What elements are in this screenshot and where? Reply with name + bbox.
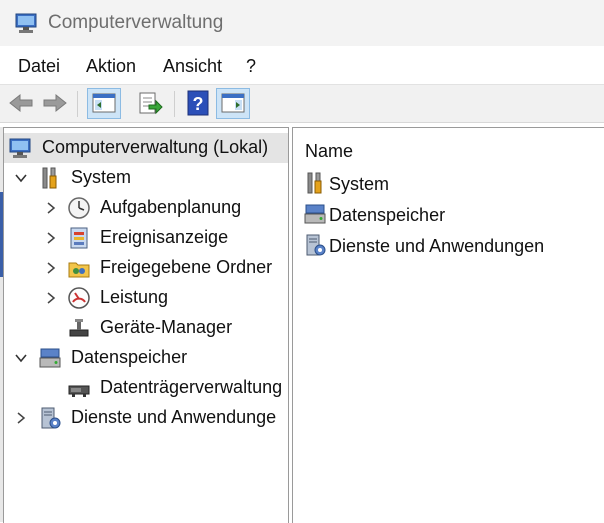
forward-button[interactable]	[40, 88, 70, 118]
show-hide-action-pane-button[interactable]	[216, 88, 250, 119]
event-viewer-icon	[67, 226, 91, 250]
list-item-label: System	[329, 174, 390, 194]
tree-item-freigegebene-ordner[interactable]: Freigegebene Ordner	[4, 253, 288, 283]
chevron-right-icon[interactable]	[44, 261, 58, 275]
tree-item-label: Datenträgerverwaltung	[100, 377, 283, 397]
chevron-down-icon[interactable]	[14, 171, 28, 185]
title-bar: Computerverwaltung	[0, 0, 604, 46]
tree-item-system[interactable]: System	[4, 163, 288, 193]
arrow-right-icon	[43, 93, 67, 113]
tree-item-dienste-und-anwendungen[interactable]: Dienste und Anwendunge	[4, 403, 288, 433]
tree-item-geraete-manager[interactable]: Geräte-Manager	[4, 313, 288, 343]
help-button[interactable]: ?	[183, 88, 213, 118]
list-item-dienste-und-anwendungen[interactable]: Dienste und Anwendungen	[303, 233, 603, 261]
tree-item-aufgabenplanung[interactable]: Aufgabenplanung	[4, 193, 288, 223]
menu-help[interactable]: ?	[246, 56, 256, 77]
chevron-right-icon[interactable]	[44, 201, 58, 215]
performance-gauge-icon	[67, 286, 91, 310]
list-item-system[interactable]: System	[303, 171, 603, 199]
tree-item-label: Dienste und Anwendunge	[71, 407, 277, 427]
tree-item-label: Ereignisanzeige	[100, 227, 229, 247]
toolbar: ?	[0, 85, 604, 123]
services-icon	[303, 233, 327, 257]
tree-item-label: Freigegebene Ordner	[100, 257, 273, 277]
toolbar-separator	[174, 91, 175, 117]
help-icon: ?	[187, 90, 209, 116]
show-hide-tree-button[interactable]	[87, 88, 121, 119]
tools-icon	[38, 166, 62, 190]
svg-text:?: ?	[193, 94, 204, 114]
chevron-right-icon[interactable]	[14, 411, 28, 425]
menu-datei[interactable]: Datei	[18, 56, 60, 77]
menu-bar: Datei Aktion Ansicht ?	[0, 46, 604, 85]
tree-item-root[interactable]: Computerverwaltung (Lokal)	[4, 133, 288, 163]
services-icon	[38, 406, 62, 430]
shared-folders-icon	[67, 256, 91, 280]
device-manager-icon	[67, 316, 91, 340]
tree-item-label: Leistung	[100, 287, 169, 307]
tree-item-label: Aufgabenplanung	[100, 197, 242, 217]
tree-item-label: Computerverwaltung (Lokal)	[42, 137, 269, 157]
export-list-icon	[139, 92, 163, 115]
toolbar-separator	[77, 91, 78, 117]
window-title: Computerverwaltung	[48, 12, 224, 33]
computer-management-icon	[8, 136, 32, 160]
arrow-left-icon	[9, 93, 33, 113]
tree-item-label: Datenspeicher	[71, 347, 188, 367]
export-list-button[interactable]	[134, 88, 164, 118]
chevron-right-icon[interactable]	[44, 231, 58, 245]
list-item-label: Datenspeicher	[329, 205, 446, 225]
menu-ansicht[interactable]: Ansicht	[163, 56, 222, 77]
action-pane-icon	[221, 93, 245, 113]
tree-item-datentraegerverwaltung[interactable]: Datenträgerverwaltung	[4, 373, 288, 403]
chevron-down-icon[interactable]	[14, 351, 28, 365]
chevron-right-icon[interactable]	[44, 291, 58, 305]
tree-item-label: Geräte-Manager	[100, 317, 233, 337]
clock-icon	[67, 196, 91, 220]
storage-icon	[303, 202, 327, 226]
tree-item-label: System	[71, 167, 132, 187]
console-tree: Computerverwaltung (Lokal) System Aufgab…	[3, 127, 289, 523]
computer-management-icon	[14, 11, 38, 35]
list-item-label: Dienste und Anwendungen	[329, 236, 545, 256]
tree-item-datenspeicher[interactable]: Datenspeicher	[4, 343, 288, 373]
tree-item-ereignisanzeige[interactable]: Ereignisanzeige	[4, 223, 288, 253]
column-header-name[interactable]: Name	[305, 141, 353, 162]
disk-management-icon	[67, 376, 91, 400]
result-pane: Name System Datenspeicher Dienste und An…	[292, 127, 604, 523]
list-item-datenspeicher[interactable]: Datenspeicher	[303, 202, 603, 230]
back-button[interactable]	[6, 88, 36, 118]
tree-item-leistung[interactable]: Leistung	[4, 283, 288, 313]
console-tree-icon	[92, 93, 116, 113]
storage-icon	[38, 346, 62, 370]
tools-icon	[303, 171, 327, 195]
menu-aktion[interactable]: Aktion	[86, 56, 136, 77]
